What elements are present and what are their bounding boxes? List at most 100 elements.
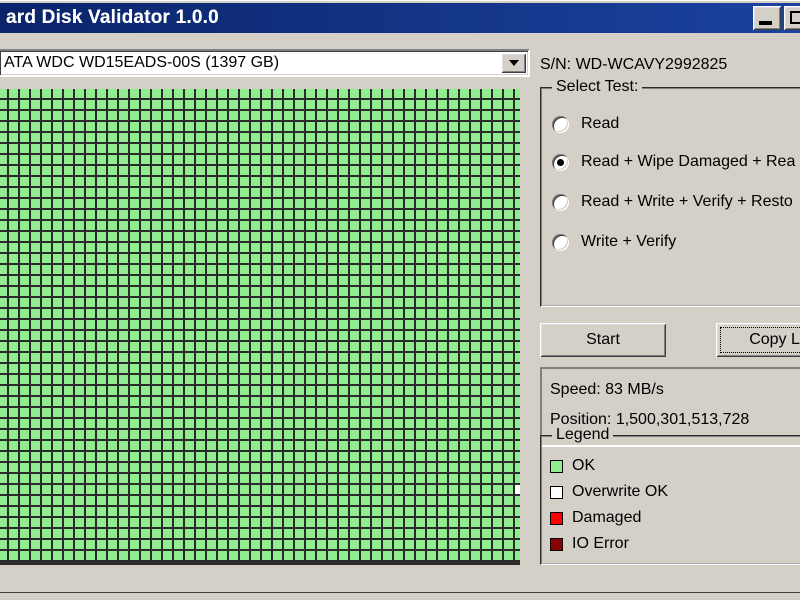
sector-cell (174, 144, 185, 155)
radio-read-write-verify-restore-indicator[interactable] (552, 193, 569, 211)
sector-cell (20, 518, 31, 529)
sector-cell (438, 463, 449, 474)
sector-cell (394, 463, 405, 474)
sector-cell (273, 144, 284, 155)
sector-cell (515, 485, 520, 496)
sector-cell (75, 463, 86, 474)
sector-cell (42, 232, 53, 243)
sector-cell (493, 221, 504, 232)
sector-cell (9, 287, 20, 298)
sector-cell (394, 441, 405, 452)
sector-cell (394, 551, 405, 562)
sector-cell (383, 463, 394, 474)
sector-cell (460, 386, 471, 397)
sector-cell (31, 177, 42, 188)
sector-cell (317, 331, 328, 342)
minimize-button[interactable] (753, 6, 781, 30)
sector-cell (372, 188, 383, 199)
sector-cell (86, 177, 97, 188)
sector-cell (427, 155, 438, 166)
radio-write-verify[interactable]: Write + Verify (552, 233, 676, 251)
sector-cell (284, 342, 295, 353)
sector-cell (53, 386, 64, 397)
sector-cell (108, 320, 119, 331)
sector-cell (328, 100, 339, 111)
sector-cell (75, 397, 86, 408)
legend-title: Legend (552, 426, 614, 444)
chevron-down-icon[interactable] (501, 53, 526, 73)
sector-cell (328, 518, 339, 529)
sector-cell (306, 309, 317, 320)
sector-cell (174, 441, 185, 452)
sector-cell (53, 353, 64, 364)
sector-cell (361, 441, 372, 452)
sector-cell (9, 496, 20, 507)
sector-cell (42, 474, 53, 485)
sector-cell (130, 133, 141, 144)
sector-cell (383, 353, 394, 364)
sector-cell (460, 397, 471, 408)
sector-cell (460, 364, 471, 375)
start-button[interactable]: Start (540, 323, 666, 357)
sector-cell (240, 551, 251, 562)
sector-cell (53, 111, 64, 122)
sector-cell (207, 122, 218, 133)
sector-cell (493, 100, 504, 111)
sector-cell (141, 342, 152, 353)
sector-cell (328, 430, 339, 441)
sector-cell (372, 100, 383, 111)
sector-cell (196, 452, 207, 463)
sector-cell (207, 144, 218, 155)
title-bar[interactable]: ard Disk Validator 1.0.0 (0, 3, 800, 33)
sector-cell (438, 331, 449, 342)
sector-cell (350, 122, 361, 133)
sector-cell (416, 111, 427, 122)
sector-cell (339, 111, 350, 122)
radio-read-wipe-damaged[interactable]: Read + Wipe Damaged + Rea (552, 153, 795, 171)
sector-cell (229, 155, 240, 166)
radio-read-wipe-damaged-indicator[interactable] (552, 153, 569, 171)
sector-cell (372, 320, 383, 331)
sector-cell (141, 298, 152, 309)
sector-cell (185, 232, 196, 243)
radio-read[interactable]: Read (552, 115, 619, 133)
sector-cell (515, 408, 520, 419)
copy-log-button[interactable]: Copy Lo (716, 323, 800, 357)
sector-cell (229, 221, 240, 232)
sector-cell (405, 320, 416, 331)
sector-cell (383, 397, 394, 408)
sector-cell (152, 144, 163, 155)
sector-cell (317, 518, 328, 529)
maximize-button[interactable] (784, 6, 800, 30)
sector-cell (405, 298, 416, 309)
sector-cell (504, 254, 515, 265)
sector-cell (273, 276, 284, 287)
sector-cell (64, 507, 75, 518)
sector-cell (42, 188, 53, 199)
radio-write-verify-indicator[interactable] (552, 233, 569, 251)
sector-cell (108, 342, 119, 353)
sector-cell (427, 265, 438, 276)
sector-cell (339, 188, 350, 199)
radio-read-indicator[interactable] (552, 115, 569, 133)
sector-cell (108, 441, 119, 452)
sector-cell (361, 529, 372, 540)
sector-cell (130, 331, 141, 342)
sector-cell (53, 133, 64, 144)
drive-select-combobox[interactable]: ATA WDC WD15EADS-00S (1397 GB) (0, 49, 530, 77)
sector-cell (97, 243, 108, 254)
sector-cell (471, 309, 482, 320)
disk-sector-map[interactable] (0, 89, 520, 565)
sector-cell (339, 507, 350, 518)
sector-cell (482, 309, 493, 320)
sector-cell (240, 276, 251, 287)
sector-cell (383, 111, 394, 122)
sector-cell (185, 551, 196, 562)
sector-cell (339, 210, 350, 221)
sector-cell (20, 177, 31, 188)
sector-cell (196, 287, 207, 298)
sector-cell (273, 397, 284, 408)
sector-cell (240, 364, 251, 375)
sector-cell (174, 320, 185, 331)
radio-read-write-verify-restore[interactable]: Read + Write + Verify + Resto (552, 193, 793, 211)
